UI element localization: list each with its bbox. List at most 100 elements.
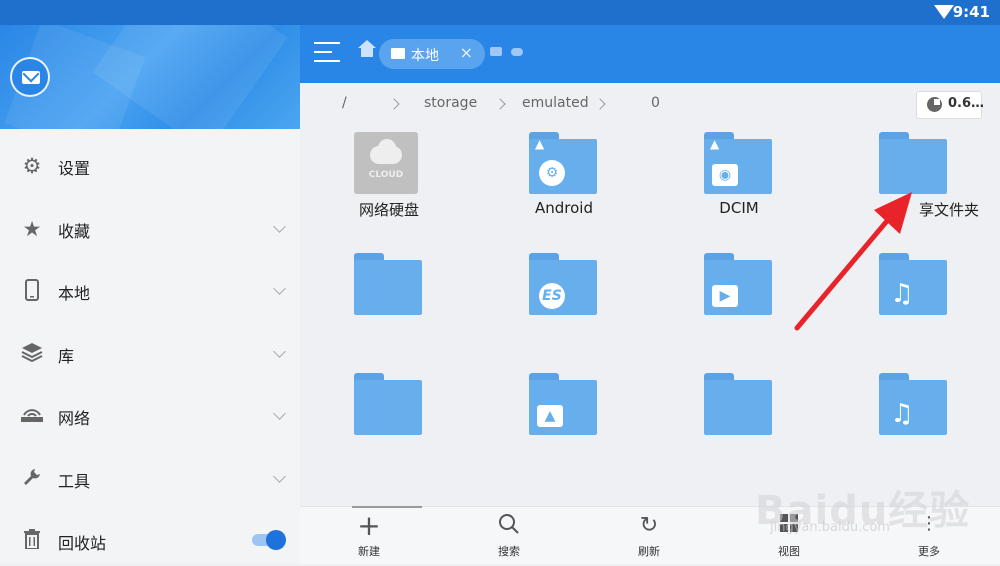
file-item[interactable]	[314, 253, 464, 363]
drawer-item-library[interactable]: 库	[0, 329, 300, 379]
breadcrumb-0[interactable]: 0	[651, 95, 660, 111]
drawer-item-tools[interactable]: 工具	[0, 454, 300, 504]
camera-icon: ◉	[712, 164, 738, 186]
network-icon	[20, 404, 44, 428]
star-icon: ★	[22, 217, 42, 241]
drawer-item-label: 收藏	[58, 222, 91, 241]
home-icon[interactable]	[358, 40, 376, 57]
file-item-shared-folder[interactable]: 享文件夹	[839, 132, 989, 242]
status-bar: 9:41	[0, 0, 1000, 25]
cloud-drive-icon: CLOUD	[354, 132, 418, 194]
drawer-item-settings[interactable]: ⚙ 设置	[0, 141, 300, 191]
trash-icon	[20, 529, 44, 553]
search-button[interactable]: 搜索	[474, 513, 544, 559]
refresh-button[interactable]: ↻ 刷新	[614, 513, 684, 559]
file-name: 网络硬盘	[358, 201, 419, 219]
chevron-down-icon[interactable]	[273, 407, 286, 420]
file-item[interactable]: ♫	[839, 373, 989, 483]
drawer-item-label: 本地	[58, 284, 91, 303]
search-icon	[474, 513, 544, 539]
upload-badge-icon: ▲	[535, 137, 545, 151]
file-item[interactable]: ♫	[839, 253, 989, 363]
mail-button[interactable]	[10, 57, 50, 97]
music-icon: ♫	[890, 399, 914, 429]
file-item[interactable]	[664, 373, 814, 483]
layers-icon	[20, 342, 44, 366]
recycle-bin-toggle[interactable]	[250, 530, 286, 550]
picture-icon: ▲	[537, 405, 563, 427]
breadcrumb-emulated[interactable]: emulated	[522, 95, 589, 111]
chevron-right-icon	[594, 98, 606, 110]
storage-usage-text: 0.6…	[948, 96, 985, 111]
chevron-down-icon[interactable]	[273, 282, 286, 295]
wifi-icon	[934, 5, 954, 19]
folder-icon: ▶	[704, 253, 772, 315]
folder-icon: ES	[529, 253, 597, 315]
folder-icon	[879, 132, 947, 194]
chat-icon[interactable]	[490, 47, 502, 56]
folder-icon: ▲ ⚙	[529, 132, 597, 194]
drawer-item-local[interactable]: 本地	[0, 266, 300, 316]
drawer-item-network[interactable]: 网络	[0, 391, 300, 441]
file-item[interactable]: ▶	[664, 253, 814, 363]
music-icon: ♫	[890, 279, 914, 309]
file-item-network-disk[interactable]: CLOUD 网络硬盘	[314, 132, 464, 242]
top-toolbar: 本地 ×	[300, 25, 1000, 83]
chevron-right-icon	[494, 98, 506, 110]
menu-icon[interactable]	[314, 42, 340, 64]
folder-icon: ♫	[879, 253, 947, 315]
refresh-label: 刷新	[638, 545, 660, 558]
file-name: Android	[535, 199, 593, 217]
upload-badge-icon: ▲	[710, 137, 720, 151]
chevron-down-icon[interactable]	[273, 345, 286, 358]
drawer-header	[0, 25, 300, 129]
book-icon	[391, 48, 405, 59]
view-label: 视图	[778, 545, 800, 558]
status-time: 9:41	[952, 3, 990, 21]
file-item-dcim[interactable]: ▲ ◉ DCIM	[664, 132, 814, 242]
drawer-item-favorites[interactable]: ★ 收藏	[0, 204, 300, 254]
drawer-item-recycle-bin[interactable]: 回收站	[0, 516, 300, 566]
gear-icon: ⚙	[22, 154, 42, 178]
cloud-label: CLOUD	[368, 170, 404, 180]
file-item[interactable]: ▲	[489, 373, 639, 483]
new-label: 新建	[358, 545, 380, 558]
folder-icon	[704, 373, 772, 435]
chevron-right-icon	[388, 98, 400, 110]
tab-local[interactable]: 本地 ×	[379, 39, 485, 69]
drawer-item-label: 库	[58, 347, 75, 366]
cloud-icon[interactable]	[511, 48, 523, 56]
folder-icon	[354, 253, 422, 315]
drawer-item-label: 设置	[58, 159, 91, 178]
folder-icon	[354, 373, 422, 435]
file-item[interactable]	[314, 373, 464, 483]
phone-icon	[20, 279, 44, 303]
folder-icon: ▲ ◉	[704, 132, 772, 194]
more-label: 更多	[918, 545, 940, 558]
drawer-item-label: 回收站	[58, 534, 107, 553]
search-label: 搜索	[498, 545, 520, 558]
breadcrumb-storage[interactable]: storage	[424, 95, 477, 111]
chevron-down-icon[interactable]	[273, 220, 286, 233]
storage-usage-button[interactable]: 0.6…	[916, 91, 985, 119]
folder-icon: ▲	[529, 373, 597, 435]
file-item[interactable]: ES	[489, 253, 639, 363]
drawer-item-label: 网络	[58, 409, 91, 428]
new-button[interactable]: + 新建	[334, 509, 404, 559]
folder-icon: ♫	[879, 373, 947, 435]
es-logo-icon: ES	[539, 283, 565, 309]
file-name: DCIM	[719, 199, 759, 217]
mail-icon	[22, 71, 40, 84]
plus-icon: +	[357, 509, 381, 542]
breadcrumb-root[interactable]: /	[342, 95, 347, 111]
tab-label: 本地	[411, 48, 439, 64]
file-item-android[interactable]: ▲ ⚙ Android	[489, 132, 639, 242]
close-icon[interactable]: ×	[460, 43, 473, 62]
file-name: 享文件夹	[918, 201, 979, 219]
navigation-drawer: ⚙ 设置 ★ 收藏 本地 库 网络 工具 回收站	[0, 25, 300, 563]
pie-chart-icon	[927, 97, 942, 112]
chevron-down-icon[interactable]	[273, 470, 286, 483]
breadcrumb: / storage emulated 0 0.6…	[300, 83, 1000, 125]
refresh-icon: ↻	[639, 513, 659, 538]
watermark-url: jingyan.baidu.com	[770, 520, 890, 535]
